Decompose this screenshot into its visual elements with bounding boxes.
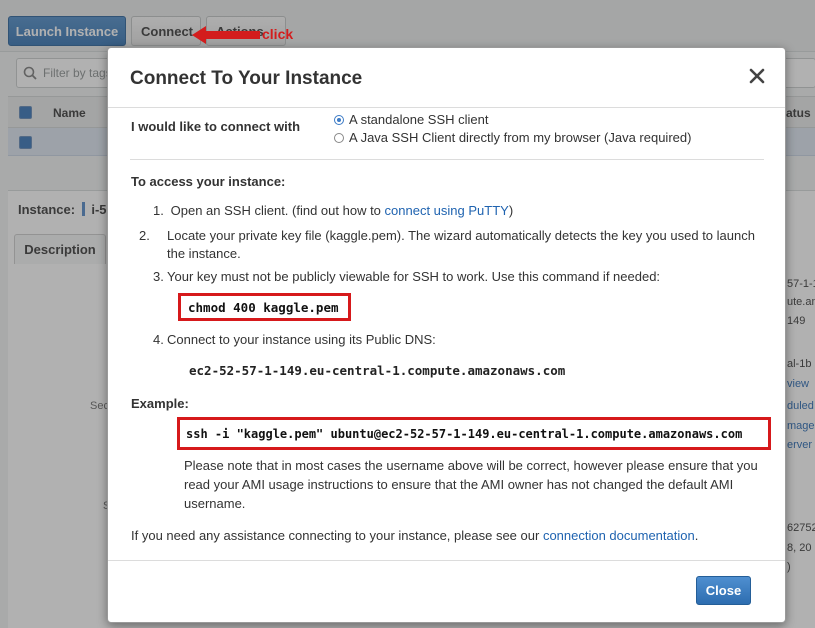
connect-with-label: I would like to connect with [131, 119, 301, 134]
access-heading: To access your instance: [131, 174, 286, 189]
connect-instance-dialog: Connect To Your Instance I would like to… [107, 47, 786, 623]
assistance-text: If you need any assistance connecting to… [131, 528, 699, 543]
dialog-header: Connect To Your Instance [108, 48, 785, 108]
step-4: 4. Connect to your instance using its Pub… [153, 332, 436, 347]
radio-ssh-client[interactable]: A standalone SSH client [334, 112, 488, 127]
radio-unselected-icon[interactable] [334, 132, 344, 143]
dialog-footer: Close [108, 560, 785, 624]
ssh-command-example: ssh -i "kaggle.pem" ubuntu@ec2-52-57-1-1… [177, 417, 771, 450]
click-annotation-label: click [262, 26, 294, 42]
public-dns-value: ec2-52-57-1-149.eu-central-1.compute.ama… [189, 363, 566, 378]
radio-label: A Java SSH Client directly from my brows… [349, 130, 692, 145]
step-1: 1. Open an SSH client. (find out how to … [153, 203, 514, 218]
radio-selected-icon[interactable] [334, 114, 344, 125]
radio-java-client[interactable]: A Java SSH Client directly from my brows… [334, 130, 691, 145]
dialog-body: I would like to connect with A standalon… [108, 108, 785, 560]
radio-label: A standalone SSH client [349, 112, 489, 127]
red-arrow-icon [192, 26, 260, 44]
connection-documentation-link[interactable]: connection documentation [543, 528, 695, 543]
step-2: 2. Locate your private key file (kaggle.p… [139, 228, 755, 261]
step-3: 3. Your key must not be publicly viewable… [153, 269, 661, 284]
divider [130, 159, 764, 160]
close-icon[interactable] [747, 66, 767, 86]
chmod-command: chmod 400 kaggle.pem [178, 293, 351, 321]
username-note: Please note that in most cases the usern… [184, 458, 758, 511]
close-button[interactable]: Close [696, 576, 751, 605]
example-heading: Example: [131, 396, 189, 411]
connect-using-putty-link[interactable]: connect using PuTTY [385, 203, 509, 218]
dialog-title: Connect To Your Instance [130, 68, 363, 89]
